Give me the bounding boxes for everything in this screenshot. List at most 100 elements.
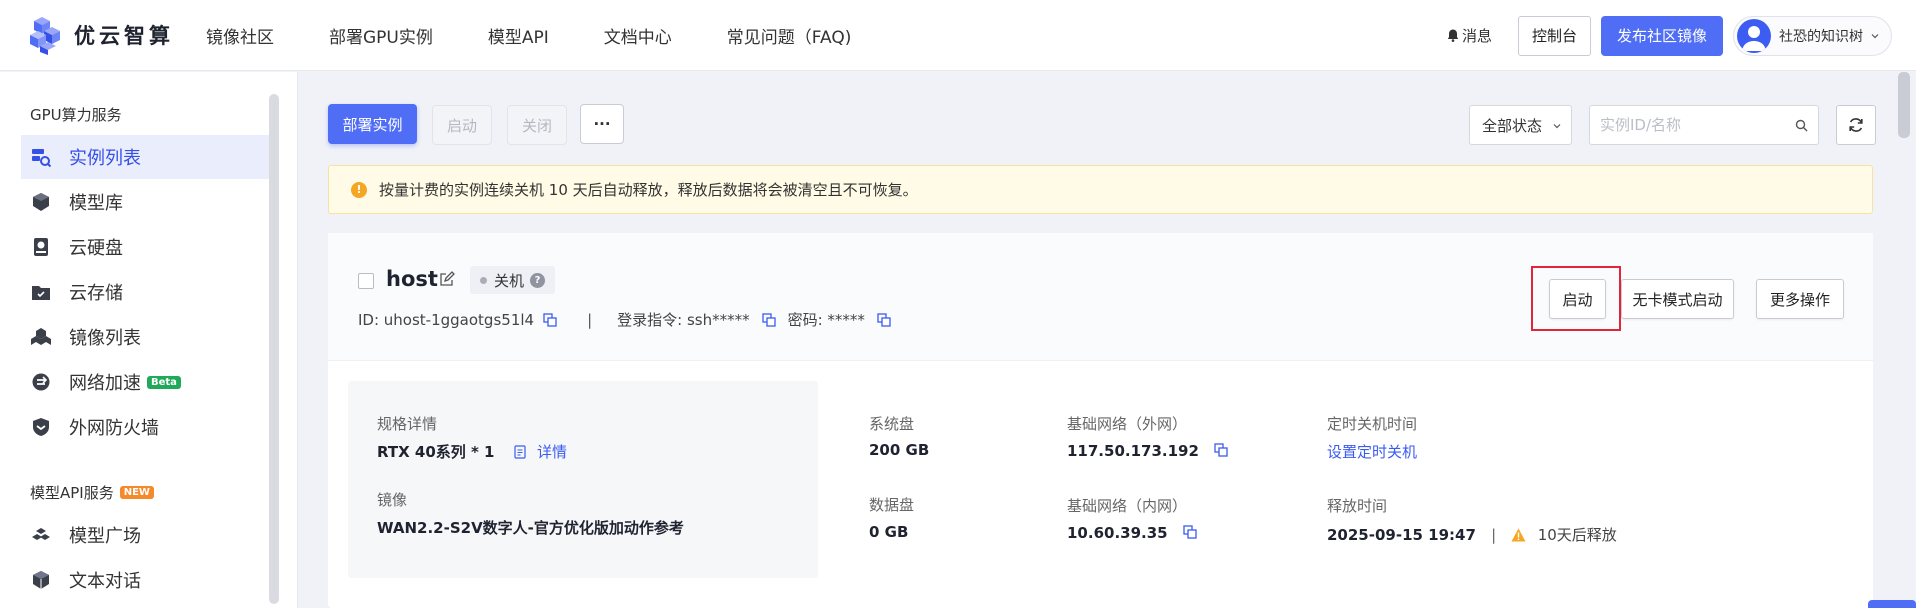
spec-value-text: RTX 40系列 * 1 [377,443,495,461]
new-badge: NEW [119,486,154,499]
user-name: 社恐的知识树 [1779,28,1863,45]
image-label: 镜像 [377,491,408,509]
sidebar-item-label: 网络加速 [69,373,141,394]
spec-panel: 规格详情 RTX 40系列 * 1 详情 镜像 WAN2.2-S2V数字人-官方… [348,381,818,578]
sidebar-item-label: 云硬盘 [69,238,123,259]
sidebar-item-network-acceleration[interactable]: 网络加速 Beta [21,360,270,404]
cube-icon [33,193,49,211]
release-notice-banner: ! 按量计费的实例连续关机 10 天后自动释放，释放后数据将会被清空且不可恢复。 [328,165,1873,214]
copy-icon[interactable] [543,312,557,327]
messages-link[interactable]: 消息 [1447,25,1492,46]
system-disk-value: 200 GB [869,441,930,459]
user-avatar-icon [1742,25,1766,51]
sidebar-item-label: 模型库 [69,193,123,214]
refresh-icon [1849,118,1863,132]
instance-checkbox[interactable] [358,273,374,289]
status-dot [480,276,487,284]
sidebar-item-cloud-disk[interactable]: 云硬盘 [21,225,270,269]
console-button[interactable]: 控制台 [1517,15,1591,56]
floating-corner-button[interactable] [1868,600,1916,608]
server-list-icon [32,149,51,167]
sidebar-item-instance-list[interactable]: 实例列表 [21,135,270,179]
sidebar-item-label: 文本对话 [69,571,141,592]
user-menu[interactable]: 社恐的知识树 [1733,15,1892,56]
start-button-disabled[interactable]: 启动 [432,105,492,145]
refresh-button[interactable] [1836,105,1876,145]
messages-label: 消息 [1461,27,1492,45]
spec-details-link[interactable]: 详情 [537,443,567,461]
document-icon [514,445,526,459]
network-icon [32,373,50,391]
internal-ip: 10.60.39.35 [1067,524,1168,542]
help-icon[interactable]: ? [530,272,546,288]
sidebar-item-model-library[interactable]: 模型库 [21,180,270,224]
sidebar-scrollbar[interactable] [269,94,279,604]
folder-icon [32,286,50,300]
external-ip: 117.50.173.192 [1067,442,1199,460]
more-actions-button[interactable]: ··· [580,104,624,144]
meta-separator: | [587,310,593,329]
set-scheduled-shutdown-link[interactable]: 设置定时关机 [1327,441,1417,462]
status-filter-select[interactable]: 全部状态 [1469,105,1572,145]
instance-card-header: host 关机 ? ID: uhost-1ggaotgs51l4 | 登录指令:… [328,233,1873,361]
brand-logo-icon [30,17,60,55]
instance-id: ID: uhost-1ggaotgs51l4 [358,310,535,329]
warning-icon: ! [351,181,367,198]
topnav-deploy-gpu[interactable]: 部署GPU实例 [329,23,433,48]
sidebar-item-label: 模型广场 [69,526,141,547]
sidebar-item-model-plaza[interactable]: 模型广场 [21,513,270,557]
instance-name: host [386,267,438,291]
sidebar-item-label: 镜像列表 [69,328,141,349]
instance-meta: ID: uhost-1ggaotgs51l4 | 登录指令: ssh***** … [358,309,891,330]
status-filter-value: 全部状态 [1482,116,1543,135]
sidebar-item-cloud-storage[interactable]: 云存储 [21,270,270,314]
password: 密码: ***** [787,311,865,329]
release-separator: | [1491,526,1497,544]
sidebar-item-label: 实例列表 [69,148,141,169]
data-disk-value: 0 GB [869,523,909,541]
disk-icon [34,238,48,256]
copy-icon[interactable] [1183,525,1197,539]
sidebar-item-label: 云存储 [69,283,123,304]
start-instance-button[interactable]: 启动 [1549,279,1606,319]
release-time: 2025-09-15 19:47 [1327,526,1476,544]
internal-network-value: 10.60.39.35 [1067,524,1197,542]
spec-label: 规格详情 [377,415,438,433]
brand-logo[interactable]: 优云智算 [26,15,206,55]
login-command: 登录指令: ssh***** [617,311,750,329]
stop-button-disabled[interactable]: 关闭 [507,105,567,145]
topnav-model-api[interactable]: 模型API [488,23,549,48]
publish-image-button[interactable]: 发布社区镜像 [1600,15,1723,56]
sidebar-section-gpu: GPU算力服务 [30,106,122,124]
more-operations-button[interactable]: 更多操作 [1756,279,1844,319]
external-network-value: 117.50.173.192 [1067,442,1228,460]
copy-icon[interactable] [877,312,891,327]
chevron-down-icon [1553,124,1561,129]
instance-card: host 关机 ? ID: uhost-1ggaotgs51l4 | 登录指令:… [328,233,1873,608]
topnav-mirror-community[interactable]: 镜像社区 [206,23,274,48]
deploy-instance-button[interactable]: 部署实例 [328,104,417,144]
copy-icon[interactable] [1214,443,1228,457]
release-notice-text: 按量计费的实例连续关机 10 天后自动释放，释放后数据将会被清空且不可恢复。 [379,181,918,199]
sidebar: GPU算力服务 实例列表 模型库 云硬盘 云存储 镜像列表 网络加速 Beta … [0,72,298,608]
scheduled-shutdown-label: 定时关机时间 [1327,415,1418,433]
sidebar-section-api-label: 模型API服务 [30,484,114,502]
cardless-start-button[interactable]: 无卡模式启动 [1621,279,1734,319]
sidebar-section-api: 模型API服务 NEW [30,482,154,503]
main-scrollbar[interactable] [1898,72,1910,138]
topnav-docs[interactable]: 文档中心 [604,23,672,48]
search-icon[interactable] [1795,119,1808,132]
top-right-actions: 消息 控制台 发布社区镜像 社恐的知识树 [1447,0,1892,71]
instance-search-input[interactable] [1590,106,1780,144]
sidebar-item-firewall[interactable]: 外网防火墙 [21,405,270,449]
topnav-faq[interactable]: 常见问题（FAQ) [727,23,852,48]
external-network-label: 基础网络（外网） [1067,415,1188,433]
sidebar-item-image-list[interactable]: 镜像列表 [21,315,270,359]
sidebar-item-text-chat[interactable]: 文本对话 [21,558,270,602]
system-disk-label: 系统盘 [869,415,915,433]
instance-status-badge: 关机 ? [470,266,556,294]
shield-icon [33,418,49,436]
copy-icon[interactable] [761,312,776,327]
edit-icon[interactable] [439,271,455,287]
avatar [1737,18,1771,53]
